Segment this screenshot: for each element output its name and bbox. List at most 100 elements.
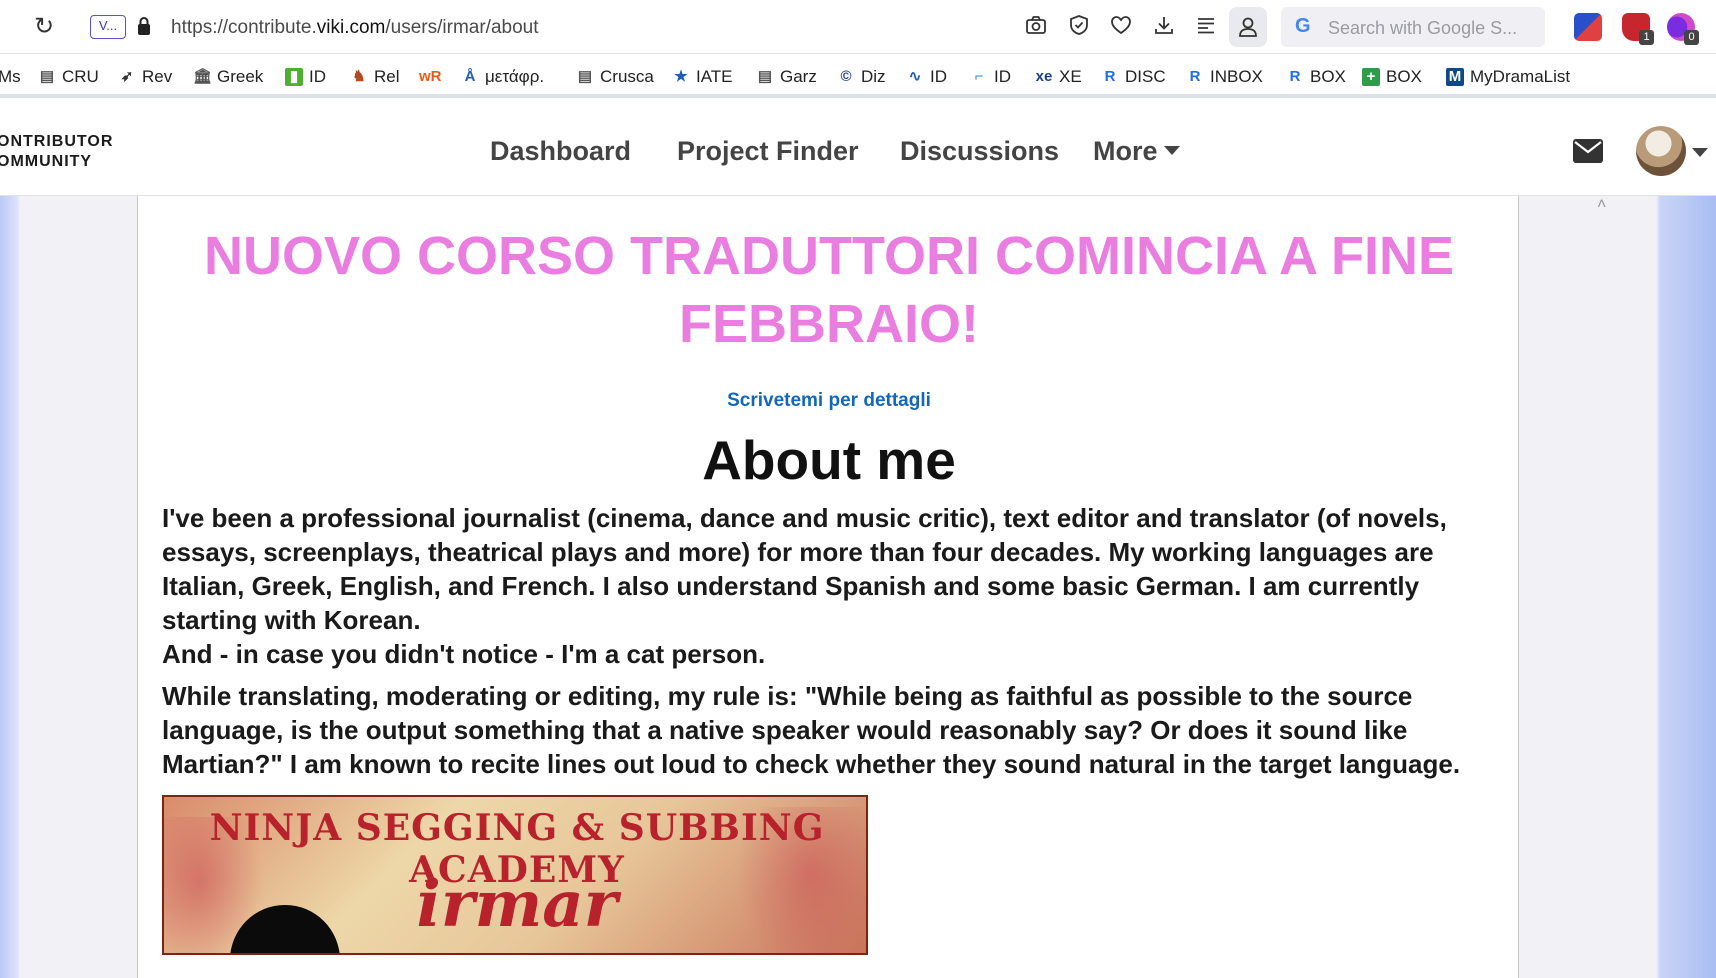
extension-badge-count: 1 <box>1639 30 1654 45</box>
page-icon: ▤ <box>577 68 593 85</box>
about-card: NUOVO CORSO TRADUTTORI COMINCIA A FINE F… <box>137 196 1519 978</box>
site-identity-badge[interactable]: V... <box>90 15 126 39</box>
bookmark-label: MyDramaList <box>1470 67 1571 86</box>
contact-link[interactable]: Scrivetemi per dettagli <box>138 390 1520 412</box>
bookmark-item[interactable]: R DISC <box>1101 66 1166 88</box>
bookmark-item[interactable]: R INBOX <box>1186 66 1263 88</box>
nav-project-finder[interactable]: Project Finder <box>677 136 859 167</box>
heart-icon[interactable] <box>1108 14 1134 40</box>
bookmark-label: Rev <box>142 67 173 86</box>
bookmark-label: XE <box>1059 67 1082 86</box>
about-paragraph-1: I've been a professional journalist (cin… <box>162 503 1447 635</box>
lock-icon[interactable] <box>137 16 151 36</box>
star-icon: ★ <box>674 68 688 85</box>
bookmark-item[interactable]: 🏛 Greek <box>193 66 263 88</box>
bookmark-label: Garz <box>780 67 817 86</box>
r-icon: R <box>1189 68 1201 85</box>
brand-line-2: OMMUNITY <box>0 153 93 170</box>
nav-dashboard[interactable]: Dashboard <box>490 136 631 167</box>
bookmark-item[interactable]: wR <box>419 66 443 88</box>
mail-icon[interactable] <box>1573 139 1603 163</box>
shield-extension-icon[interactable]: 1 <box>1622 13 1654 45</box>
bird-icon: ➶ <box>120 68 134 85</box>
bookmark-label: Diz <box>861 67 886 86</box>
url-domain: viki.com <box>316 17 386 38</box>
page-icon: ▤ <box>757 68 773 85</box>
c-circle-icon: © <box>840 68 852 85</box>
bookmark-label: Ms <box>0 67 21 86</box>
bookmark-item[interactable]: Ms <box>0 66 21 88</box>
bookmark-label: ID <box>309 67 326 86</box>
bookmark-item[interactable]: ▤ Garz <box>756 66 817 88</box>
r-icon: R <box>1289 68 1301 85</box>
download-icon[interactable] <box>1151 14 1177 40</box>
forward-icon[interactable]: › <box>0 16 1 39</box>
bookmark-label: ID <box>994 67 1011 86</box>
bookmark-item[interactable]: ⌐ ID <box>970 66 1011 88</box>
bookmark-item[interactable]: ▤ Crusca <box>576 66 654 88</box>
scroll-up-icon[interactable]: ˄ <box>1597 196 1606 214</box>
bookmark-item[interactable]: Åμετάφρ. <box>461 66 545 88</box>
browser-toolbar: › ↻ V... https://contribute.viki.com/use… <box>0 0 1716 54</box>
address-field[interactable]: https://contribute.viki.com/users/irmar/… <box>171 17 539 39</box>
screenshot-camera-icon[interactable] <box>1023 14 1049 40</box>
about-paragraph-3: While translating, moderating or editing… <box>162 681 1461 779</box>
course-banner: NUOVO CORSO TRADUTTORI COMINCIA A FINE F… <box>204 226 1454 354</box>
bookmark-label: μετάφρ. <box>485 67 545 86</box>
bookmark-item[interactable]: M MyDramaList <box>1446 66 1570 88</box>
green-doc-icon: ▮ <box>285 68 303 86</box>
search-box[interactable]: G Search with Google S... <box>1281 7 1545 47</box>
temple-icon: 🏛 <box>193 68 213 85</box>
bookmark-label: CRU <box>62 67 99 86</box>
nav-discussions[interactable]: Discussions <box>900 136 1059 167</box>
profile-button[interactable] <box>1229 7 1267 47</box>
site-logo[interactable]: ONTRIBUTOR OMMUNITY <box>0 132 113 172</box>
bookmark-item[interactable]: ➶ Rev <box>118 66 173 88</box>
shield-check-icon[interactable] <box>1066 14 1092 40</box>
bookmark-item[interactable]: ♞ Rel <box>350 66 400 88</box>
caret-down-icon <box>1163 146 1180 155</box>
bookmark-label: Rel <box>374 67 400 86</box>
bookmark-item[interactable]: ∿ ID <box>906 66 947 88</box>
bookmark-item[interactable]: xe XE <box>1035 66 1082 88</box>
mdl-icon: M <box>1446 68 1464 86</box>
bookmark-item[interactable]: + BOX <box>1362 66 1422 88</box>
about-paragraph-2: And - in case you didn't notice - I'm a … <box>162 639 766 669</box>
bookmark-label: DISC <box>1125 67 1166 86</box>
extension-badge-count: 0 <box>1684 30 1699 45</box>
xe-icon: xe <box>1035 68 1053 85</box>
google-icon: G <box>1295 15 1311 37</box>
bookmark-label: BOX <box>1310 67 1346 86</box>
extension-icon[interactable] <box>1574 13 1602 41</box>
academy-banner-image: NINJA SEGGING & SUBBING ACADEMY irmar <box>162 795 868 955</box>
nav-more[interactable]: More <box>1093 136 1180 167</box>
bookmark-item[interactable]: ★ IATE <box>672 66 733 88</box>
elephant-icon: ♞ <box>352 68 366 85</box>
brand-line-1: ONTRIBUTOR <box>0 133 114 150</box>
avatar-caret-down-icon[interactable] <box>1692 148 1708 157</box>
url-path: /users/irmar/about <box>385 17 539 38</box>
bracket-icon: ⌐ <box>974 68 984 85</box>
page-title: About me <box>702 429 956 491</box>
nav-more-label: More <box>1093 136 1158 166</box>
bookmark-item[interactable]: © Diz <box>837 66 886 88</box>
site-header: ONTRIBUTOR OMMUNITY Dashboard Project Fi… <box>0 102 1716 196</box>
bookmark-label: Crusca <box>600 67 654 86</box>
bookmark-item[interactable]: ▤ CRU <box>38 66 99 88</box>
url-prefix: https://contribute. <box>171 17 317 38</box>
bookmark-item[interactable]: R BOX <box>1286 66 1346 88</box>
user-avatar[interactable] <box>1636 126 1686 176</box>
r-icon: R <box>1104 68 1116 85</box>
wave-icon: ∿ <box>908 68 922 85</box>
bookmark-label: INBOX <box>1210 67 1263 86</box>
plus-icon: + <box>1362 68 1380 86</box>
playlist-menu-icon[interactable] <box>1193 14 1219 40</box>
bookmark-label: Greek <box>217 67 264 86</box>
wr-icon: wR <box>419 68 442 85</box>
search-placeholder: Search with Google S... <box>1328 18 1518 38</box>
bookmark-item[interactable]: ▮ ID <box>285 66 326 88</box>
bookmark-label: ID <box>930 67 947 86</box>
bookmark-label: IATE <box>696 67 733 86</box>
profile-extension-icon[interactable]: 0 <box>1667 13 1699 45</box>
reload-icon[interactable]: ↻ <box>34 12 54 41</box>
